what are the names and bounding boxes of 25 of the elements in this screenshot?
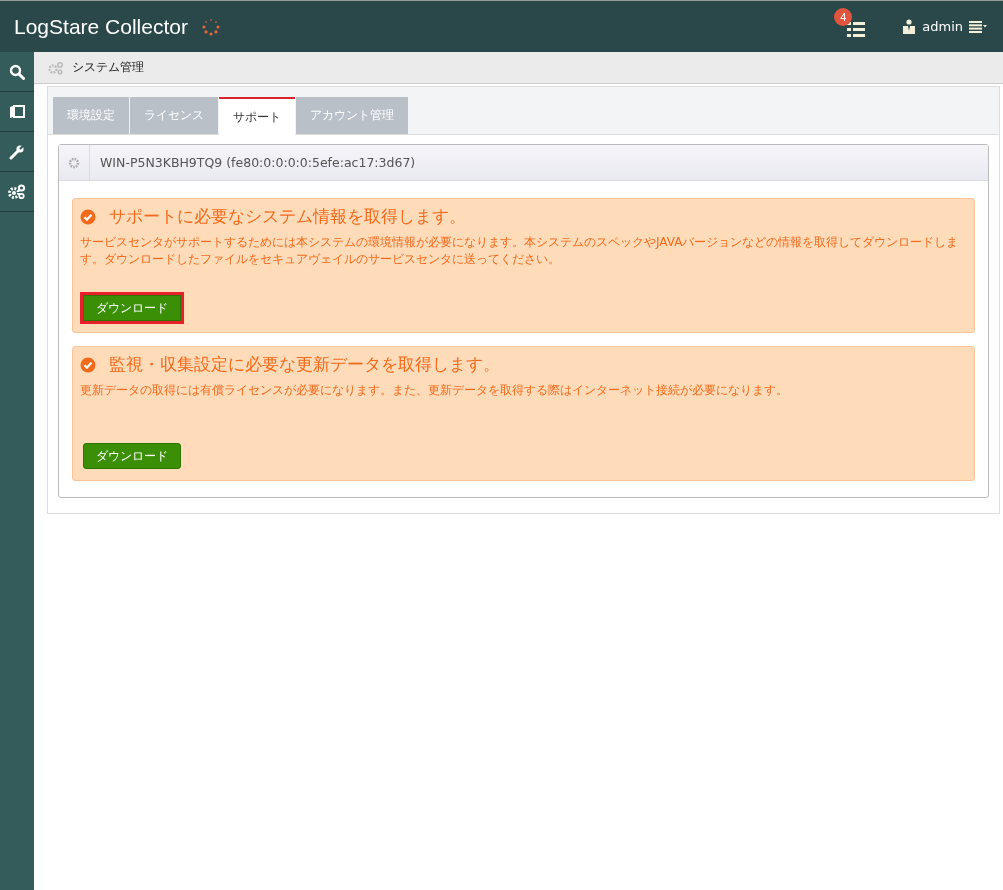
loading-spinner-icon bbox=[201, 17, 220, 36]
tab[interactable]: サポート bbox=[219, 97, 295, 135]
breadcrumb-title: システム管理 bbox=[72, 59, 144, 76]
gears-icon bbox=[48, 60, 64, 75]
section-description: 更新データの取得には有償ライセンスが必要になります。また、更新データを取得する際はインターネット接続が必要になります。 bbox=[80, 382, 789, 399]
user-icon bbox=[902, 18, 917, 35]
user-menu-button[interactable]: admin bbox=[900, 16, 989, 37]
task-list-button[interactable]: 4 bbox=[834, 8, 871, 45]
menu-icon bbox=[969, 20, 987, 33]
notification-badge: 4 bbox=[834, 8, 853, 26]
section-heading: サポートに必要なシステム情報を取得します。 bbox=[109, 206, 466, 228]
host-title: WIN-P5N3KBH9TQ9 (fe80:0:0:0:0:5efe:ac17:3d67) bbox=[100, 155, 416, 170]
list-icon bbox=[846, 20, 867, 38]
gear-icon bbox=[68, 156, 80, 169]
settings-icon bbox=[8, 183, 26, 200]
search-icon bbox=[9, 63, 25, 80]
wrench-icon bbox=[9, 143, 25, 160]
download-button[interactable]: ダウンロード bbox=[83, 443, 181, 469]
section-description: サービスセンタがサポートするためには本システムの環境情報が必要になります。本システムのスペックやJAVAバージョンなどの情報を取得してダウンロードします。ダウンロードしたファイルをセキュアヴェイルのサービスセンタに送ってください。 bbox=[80, 234, 960, 268]
download-button[interactable]: ダウンロード bbox=[83, 295, 181, 321]
app-title: LogStare Collector bbox=[14, 14, 188, 39]
check-circle-icon bbox=[80, 209, 96, 225]
check-circle-icon bbox=[80, 357, 96, 373]
cards-icon bbox=[9, 103, 25, 120]
section-heading: 監視・収集設定に必要な更新データを取得します。 bbox=[109, 354, 500, 376]
